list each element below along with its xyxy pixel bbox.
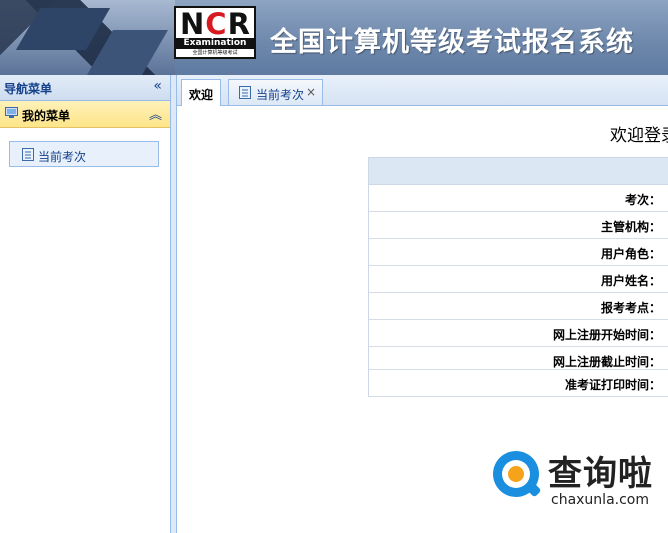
search-logo-icon <box>493 451 542 498</box>
info-label: 主管机构： <box>600 220 661 234</box>
double-chevron-up-icon[interactable]: ︽ <box>149 104 162 123</box>
collapse-left-icon[interactable]: « <box>153 78 162 94</box>
info-row-print-time: 准考证打印时间： <box>369 370 668 397</box>
tab-welcome-label: 欢迎 <box>189 88 214 102</box>
info-label: 考次： <box>624 193 661 207</box>
info-table-header <box>369 158 668 185</box>
info-row-username: 用户姓名： <box>369 266 668 293</box>
info-row-role: 用户角色： <box>369 239 668 266</box>
info-label: 网上注册截止时间： <box>552 355 661 369</box>
info-row-exam: 考次： <box>369 185 668 212</box>
info-label: 用户角色： <box>600 247 661 261</box>
watermark: 查询啦 chaxunla.com <box>493 448 663 518</box>
app-header: NCR Examination 全国计算机等级考试 全国计算机等级考试报名系统 <box>0 0 668 75</box>
info-row-authority: 主管机构： <box>369 212 668 239</box>
logo-subtitle: 全国计算机等级考试 <box>192 50 238 56</box>
watermark-url: chaxunla.com <box>551 492 649 508</box>
my-menu-title: 我的菜单 <box>22 109 71 123</box>
tab-bar: 欢迎 当前考次 × <box>177 75 668 106</box>
ncre-logo: NCR Examination 全国计算机等级考试 <box>174 6 256 59</box>
nav-item-current-exam[interactable]: 当前考次 <box>9 141 159 167</box>
document-icon <box>239 86 251 99</box>
nav-panel-title: 导航菜单 <box>4 82 53 96</box>
nav-panel: 导航菜单 « 我的菜单 ︽ 当前考次 <box>0 75 171 533</box>
info-label: 准考证打印时间： <box>564 378 661 392</box>
document-icon <box>22 148 34 161</box>
nav-item-label: 当前考次 <box>38 150 87 164</box>
info-label: 网上注册开始时间： <box>552 328 661 342</box>
system-title: 全国计算机等级考试报名系统 <box>270 27 634 58</box>
nav-panel-header: 导航菜单 « <box>0 75 170 101</box>
logo-letters: NCR <box>180 7 251 41</box>
info-row-reg-start: 网上注册开始时间： <box>369 320 668 347</box>
tab-current-exam[interactable]: 当前考次 × <box>228 79 323 105</box>
tab-welcome[interactable]: 欢迎 <box>181 79 221 106</box>
header-decoration <box>0 0 175 75</box>
my-menu-header[interactable]: 我的菜单 ︽ <box>0 101 170 128</box>
monitor-icon <box>5 107 18 118</box>
info-label: 用户姓名： <box>600 274 661 288</box>
info-label: 报考考点： <box>600 301 661 315</box>
logo-examination: Examination <box>176 38 254 49</box>
info-row-reg-end: 网上注册截止时间： <box>369 347 668 370</box>
tab-current-exam-label: 当前考次 <box>256 88 305 102</box>
user-info-table: 考次： 主管机构： 用户角色： 用户姓名： 报考考点： 网上注册开始时间： 网上… <box>368 157 668 397</box>
close-icon[interactable]: × <box>306 86 316 98</box>
welcome-heading: 欢迎登录 <box>610 126 668 146</box>
info-row-site: 报考考点： <box>369 293 668 320</box>
watermark-name: 查询啦 <box>548 454 653 494</box>
